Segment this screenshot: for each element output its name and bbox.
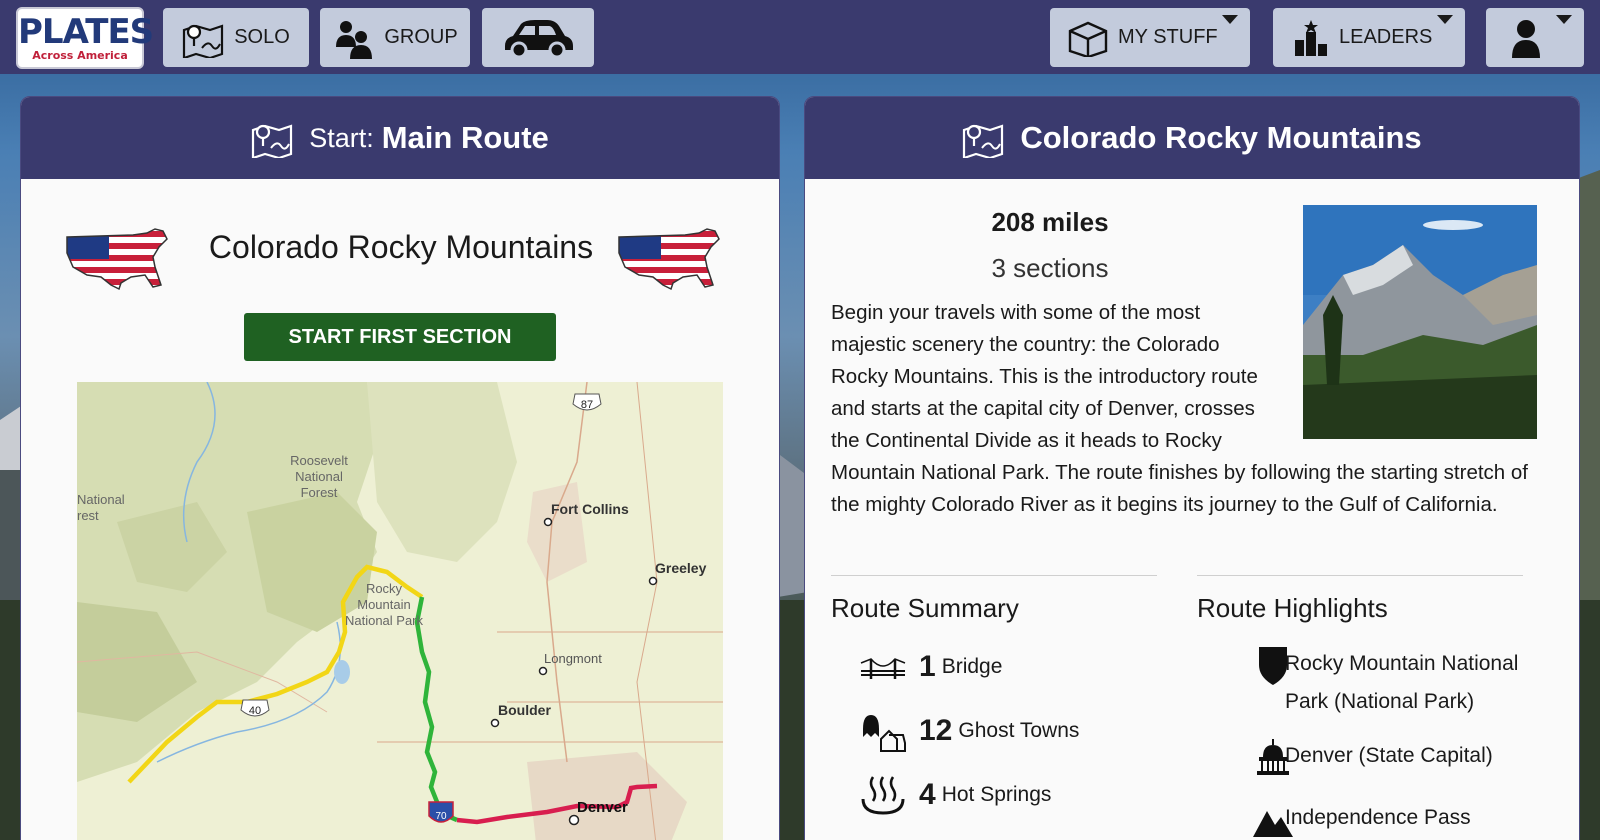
route-highlights-heading: Route Highlights bbox=[1197, 593, 1388, 623]
i-70-shield: 70 bbox=[428, 801, 454, 823]
chevron-down-icon bbox=[1556, 15, 1572, 24]
chevron-down-icon bbox=[1222, 15, 1238, 24]
us87-label: 87 bbox=[581, 399, 593, 411]
rmnp-label-line: Rocky bbox=[366, 581, 403, 596]
main-route-panel: Start: Main Route Colorado Rocky Mountai… bbox=[20, 96, 780, 840]
solo-button[interactable]: SOLO bbox=[163, 8, 309, 67]
route-map-icon bbox=[963, 124, 1004, 158]
my-stuff-button[interactable]: MY STUFF bbox=[1050, 8, 1250, 67]
lake bbox=[334, 660, 350, 684]
profile-button[interactable] bbox=[1486, 8, 1584, 67]
solo-label: SOLO bbox=[234, 26, 290, 48]
route-summary-heading: Route Summary bbox=[831, 593, 1019, 623]
mountain-pass-icon bbox=[1253, 811, 1293, 837]
my-stuff-label: MY STUFF bbox=[1118, 26, 1218, 48]
route-map[interactable]: 87 40 70 Roosevelt National Forest Natio… bbox=[77, 382, 723, 840]
divider bbox=[1197, 575, 1523, 576]
forest2-label-line: rest bbox=[77, 508, 99, 523]
greeley-label: Greeley bbox=[655, 560, 707, 576]
divider bbox=[831, 575, 1157, 576]
rmnp-label-line: Mountain bbox=[357, 597, 410, 612]
summary-item-ghost-towns: 12 Ghost Towns bbox=[859, 709, 1079, 753]
i70-label: 70 bbox=[435, 811, 447, 822]
route-miles: 208 miles bbox=[991, 207, 1109, 237]
map-pin-icon bbox=[183, 23, 224, 58]
bridge-icon bbox=[860, 658, 906, 679]
denver-label: Denver bbox=[577, 799, 628, 816]
highlight-item-capital[interactable]: Denver (State Capital) bbox=[1225, 737, 1535, 775]
city-marker bbox=[568, 814, 580, 826]
user-icon bbox=[1512, 19, 1540, 58]
us40-label: 40 bbox=[249, 705, 261, 717]
route-description-wrap: Begin your travels with some of the most… bbox=[831, 297, 1531, 521]
route-sections: 3 sections bbox=[991, 253, 1109, 283]
panel-header: Start: Main Route bbox=[21, 97, 779, 179]
longmont-label: Longmont bbox=[544, 651, 602, 666]
rmnp-label-line: National Park bbox=[345, 613, 424, 628]
group-label: GROUP bbox=[384, 26, 458, 48]
city-marker bbox=[648, 576, 658, 586]
city-marker bbox=[543, 517, 553, 527]
plates-logo[interactable]: PLATES Across America bbox=[16, 7, 154, 69]
logo-main-text: PLATES bbox=[18, 12, 154, 52]
fort-collins-label: Fort Collins bbox=[551, 501, 629, 517]
forest-label-line: Roosevelt bbox=[290, 453, 348, 468]
header-prefix: Start: bbox=[309, 122, 374, 153]
photo-spacer bbox=[1269, 297, 1531, 431]
forest2-label-line: National bbox=[77, 492, 125, 507]
forest-label-line: National bbox=[295, 469, 343, 484]
capitol-icon bbox=[1257, 739, 1289, 775]
city-marker bbox=[490, 718, 500, 728]
boulder-label: Boulder bbox=[498, 702, 551, 718]
header-title: Main Route bbox=[381, 120, 549, 155]
bridge-label: Bridge bbox=[941, 655, 1003, 678]
box-icon bbox=[1068, 21, 1108, 57]
leaders-label: LEADERS bbox=[1339, 26, 1433, 48]
highlight-item-national-park[interactable]: Rocky Mountain National Park (National P… bbox=[1225, 645, 1535, 721]
highlight-item-pass[interactable]: Independence Pass bbox=[1225, 799, 1535, 837]
car-icon bbox=[505, 19, 573, 58]
summary-item-bridge: 1 Bridge bbox=[859, 645, 1002, 689]
summary-item-hot-springs: 4 Hot Springs bbox=[859, 773, 1051, 817]
route-info-panel: Colorado Rocky Mountains 208 miles 3 sec… bbox=[804, 96, 1580, 840]
city-marker bbox=[538, 666, 548, 676]
ghost-towns-count: 12 bbox=[919, 714, 953, 747]
hot-springs-icon bbox=[861, 776, 905, 815]
leaderboard-icon bbox=[1295, 19, 1327, 56]
chevron-down-icon bbox=[1437, 15, 1453, 24]
leaders-button[interactable]: LEADERS bbox=[1273, 8, 1465, 67]
panel-header: Colorado Rocky Mountains bbox=[805, 97, 1579, 179]
hot-springs-label: Hot Springs bbox=[941, 783, 1052, 806]
group-button[interactable]: GROUP bbox=[320, 8, 470, 67]
national-park-icon bbox=[1259, 647, 1287, 685]
ghost-town-icon bbox=[863, 715, 906, 752]
start-first-section-button[interactable]: START FIRST SECTION bbox=[244, 313, 556, 361]
car-button[interactable] bbox=[482, 8, 594, 67]
group-people-icon bbox=[336, 20, 373, 59]
hot-springs-count: 4 bbox=[919, 778, 936, 811]
us-flag-map-icon bbox=[618, 228, 720, 291]
top-nav: PLATES Across America SOLO GROUP MY STUF… bbox=[0, 0, 1600, 74]
ghost-towns-label: Ghost Towns bbox=[958, 719, 1080, 742]
forest-label-line: Forest bbox=[301, 485, 338, 500]
route-map-icon bbox=[252, 124, 293, 158]
logo-sub-text: Across America bbox=[32, 49, 128, 62]
header-title: Colorado Rocky Mountains bbox=[1020, 120, 1422, 155]
bridge-count: 1 bbox=[919, 650, 936, 683]
